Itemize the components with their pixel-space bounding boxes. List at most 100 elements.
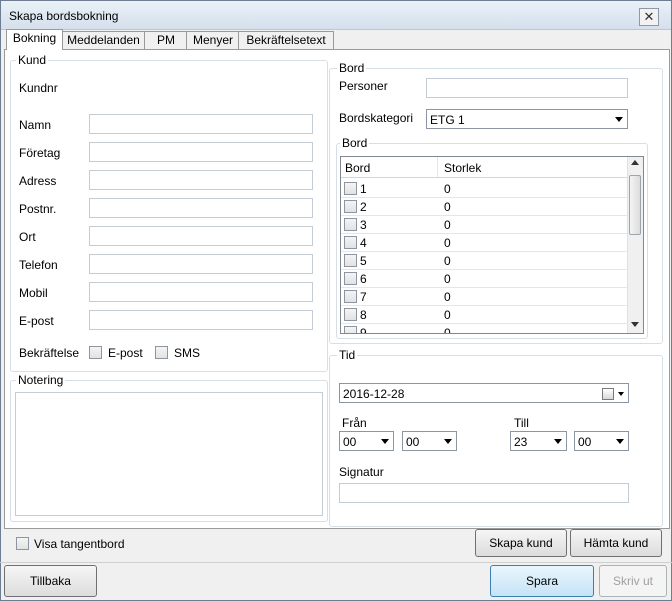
scroll-up-icon[interactable] <box>631 160 639 165</box>
postnr-field[interactable] <box>89 198 313 218</box>
chevron-down-icon <box>444 439 452 444</box>
tab-pm[interactable]: PM <box>144 31 188 50</box>
row-checkbox[interactable] <box>344 218 357 231</box>
table-row[interactable]: 7 0 <box>341 287 627 306</box>
till-min-select[interactable]: 00 <box>574 431 629 451</box>
chevron-down-icon <box>618 392 624 396</box>
fran-min-value: 00 <box>406 435 420 449</box>
epost-field[interactable] <box>89 310 313 330</box>
calendar-icon[interactable] <box>602 388 614 400</box>
skriv-ut-button[interactable]: Skriv ut <box>599 565 667 597</box>
bordskategori-value: ETG 1 <box>430 113 465 127</box>
row-checkbox[interactable] <box>344 254 357 267</box>
scroll-down-icon[interactable] <box>631 322 639 327</box>
column-header-storlek[interactable]: Storlek <box>444 161 481 175</box>
chevron-down-icon <box>554 439 562 444</box>
skapa-kund-button[interactable]: Skapa kund <box>475 529 567 557</box>
row-checkbox[interactable] <box>344 272 357 285</box>
ort-label: Ort <box>19 230 36 244</box>
fran-min-select[interactable]: 00 <box>402 431 457 451</box>
title-bar: Skapa bordsbokning ✕ <box>1 1 671 30</box>
row-bord: 3 <box>360 218 367 232</box>
row-checkbox[interactable] <box>344 326 357 333</box>
table-row[interactable]: 2 0 <box>341 197 627 216</box>
fran-hour-value: 00 <box>343 435 357 449</box>
notering-legend: Notering <box>16 373 66 387</box>
bord-table: Bord Storlek 1 0 2 0 3 0 4 0 5 0 6 0 7 0… <box>340 156 644 334</box>
row-checkbox[interactable] <box>344 236 357 249</box>
notering-textarea[interactable] <box>15 392 323 516</box>
row-storlek: 0 <box>444 254 451 268</box>
kund-legend: Kund <box>16 53 49 67</box>
bord-legend: Bord <box>337 61 367 75</box>
date-picker[interactable]: 2016-12-28 <box>339 383 629 403</box>
row-storlek: 0 <box>444 290 451 304</box>
row-storlek: 0 <box>444 326 451 334</box>
signatur-field[interactable] <box>339 483 629 503</box>
table-row[interactable]: 9 0 <box>341 323 627 334</box>
visa-tangentbord-checkbox[interactable] <box>16 537 29 550</box>
mobil-label: Mobil <box>19 286 48 300</box>
footer-divider <box>0 562 672 563</box>
row-storlek: 0 <box>444 200 451 214</box>
row-bord: 9 <box>360 326 367 334</box>
tillbaka-button[interactable]: Tillbaka <box>4 565 97 597</box>
hamta-kund-button[interactable]: Hämta kund <box>570 529 662 557</box>
table-row[interactable]: 5 0 <box>341 251 627 270</box>
fran-hour-select[interactable]: 00 <box>339 431 394 451</box>
tid-legend: Tid <box>337 348 358 362</box>
tab-meddelanden[interactable]: Meddelanden <box>61 31 146 50</box>
till-hour-select[interactable]: 23 <box>510 431 567 451</box>
row-storlek: 0 <box>444 308 451 322</box>
close-button[interactable]: ✕ <box>639 8 659 26</box>
window-title: Skapa bordsbokning <box>9 9 119 23</box>
telefon-field[interactable] <box>89 254 313 274</box>
row-bord: 7 <box>360 290 367 304</box>
row-checkbox[interactable] <box>344 200 357 213</box>
table-row[interactable]: 1 0 <box>341 179 627 198</box>
row-storlek: 0 <box>444 272 451 286</box>
confirm-sms-checkbox[interactable] <box>155 346 168 359</box>
table-row[interactable]: 8 0 <box>341 305 627 324</box>
column-header-bord[interactable]: Bord <box>345 161 370 175</box>
tab-menyer[interactable]: Menyer <box>186 31 240 50</box>
chevron-down-icon <box>381 439 389 444</box>
row-checkbox[interactable] <box>344 290 357 303</box>
row-bord: 2 <box>360 200 367 214</box>
row-bord: 1 <box>360 182 367 196</box>
table-header: Bord Storlek <box>341 157 627 178</box>
row-checkbox[interactable] <box>344 182 357 195</box>
ort-field[interactable] <box>89 226 313 246</box>
bekraftelse-label: Bekräftelse <box>19 346 80 360</box>
adress-field[interactable] <box>89 170 313 190</box>
row-storlek: 0 <box>444 182 451 196</box>
personer-field[interactable] <box>426 78 628 98</box>
table-row[interactable]: 6 0 <box>341 269 627 288</box>
spara-button[interactable]: Spara <box>490 565 594 597</box>
confirm-sms-label: SMS <box>174 346 201 360</box>
confirm-email-checkbox[interactable] <box>89 346 102 359</box>
bordskategori-select[interactable]: ETG 1 <box>426 109 628 129</box>
row-storlek: 0 <box>444 236 451 250</box>
table-row[interactable]: 4 0 <box>341 233 627 252</box>
namn-field[interactable] <box>89 114 313 134</box>
kundnr-label: Kundnr <box>19 81 58 95</box>
tab-bekraftelsetext[interactable]: Bekräftelsetext <box>238 31 334 50</box>
tab-bokning[interactable]: Bokning <box>6 29 63 50</box>
fran-label: Från <box>342 416 367 430</box>
row-checkbox[interactable] <box>344 308 357 321</box>
till-min-value: 00 <box>578 435 592 449</box>
till-hour-value: 23 <box>514 435 528 449</box>
bord-list-legend: Bord <box>340 136 370 150</box>
table-row[interactable]: 3 0 <box>341 215 627 234</box>
row-bord: 6 <box>360 272 367 286</box>
confirm-email-label: E-post <box>108 346 143 360</box>
mobil-field[interactable] <box>89 282 313 302</box>
foretag-field[interactable] <box>89 142 313 162</box>
table-scrollbar[interactable] <box>627 157 643 333</box>
till-label: Till <box>514 416 529 430</box>
scroll-thumb[interactable] <box>629 175 641 235</box>
date-value: 2016-12-28 <box>343 387 405 401</box>
row-storlek: 0 <box>444 218 451 232</box>
row-bord: 8 <box>360 308 367 322</box>
